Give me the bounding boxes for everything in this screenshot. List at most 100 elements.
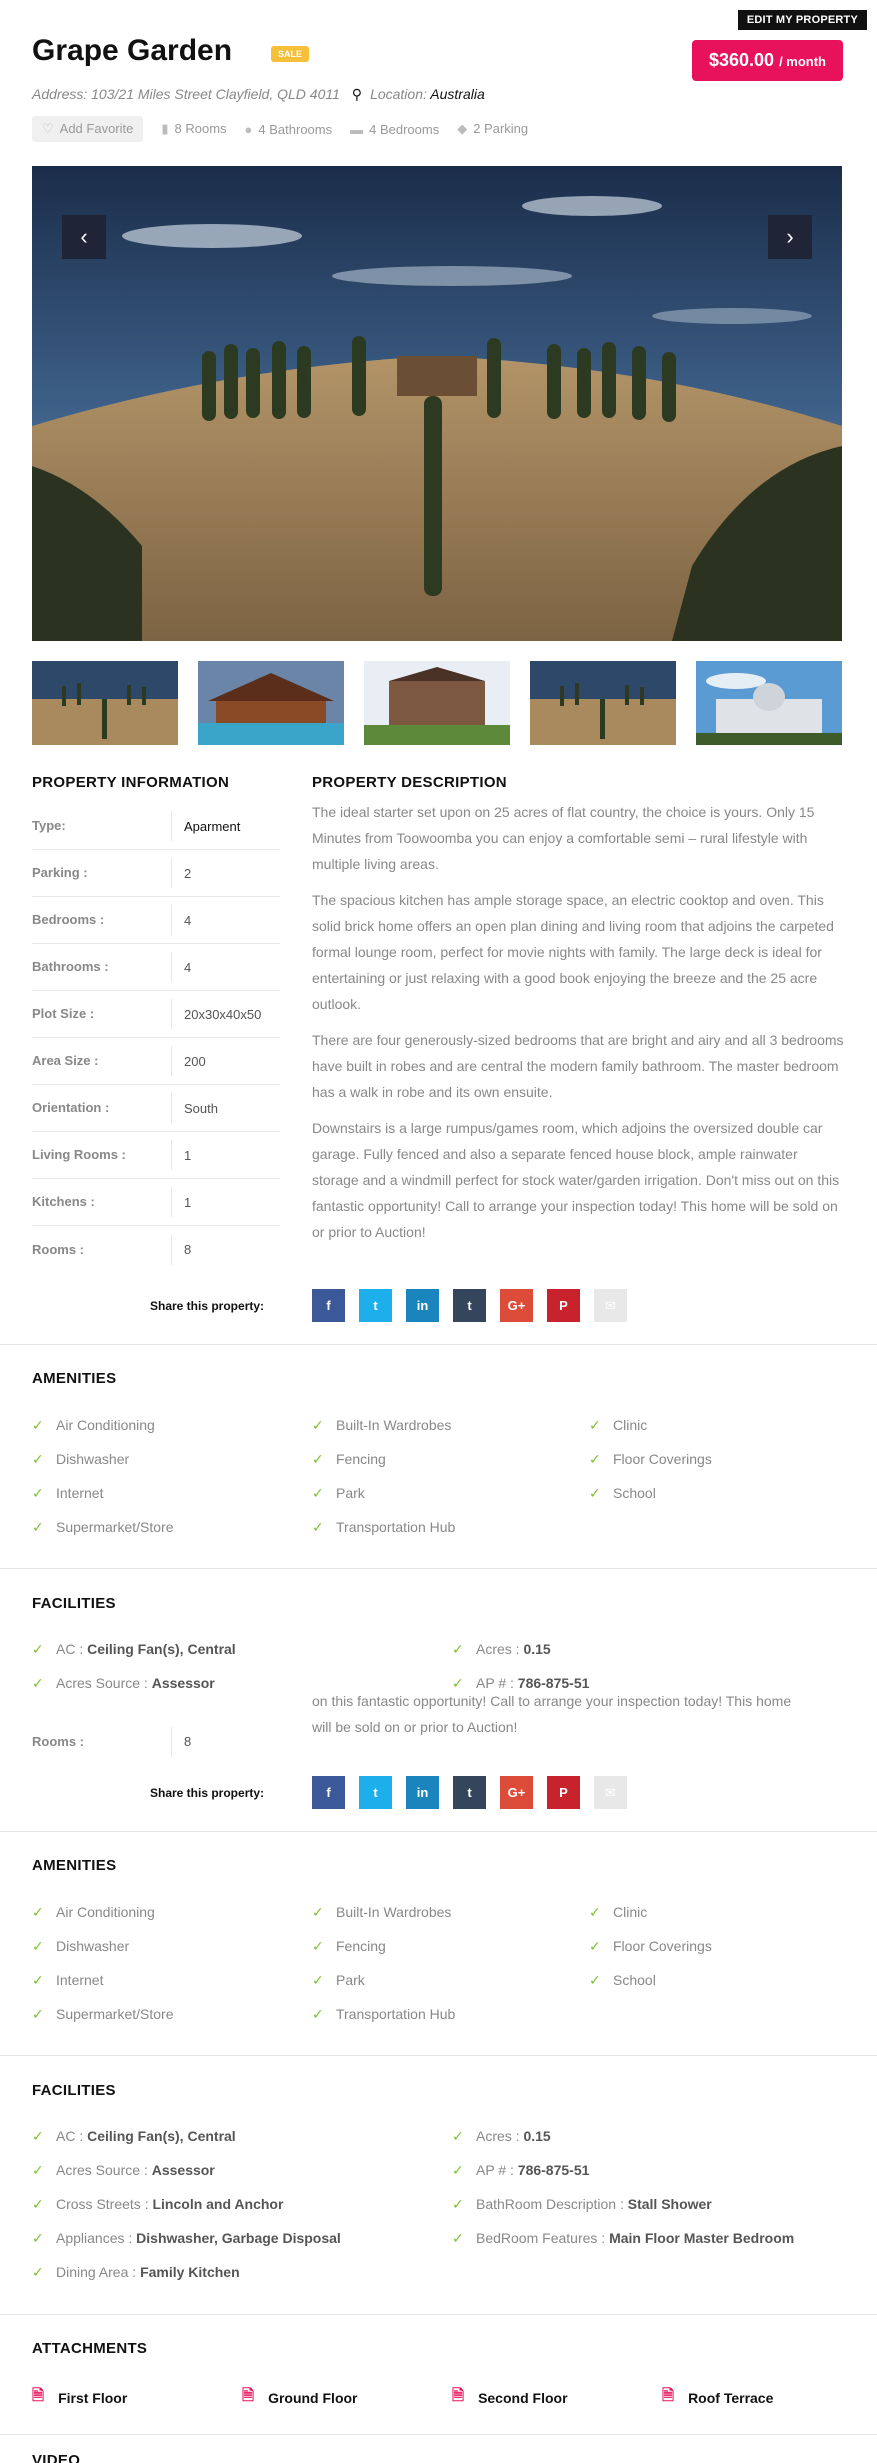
facility-key: BedRoom Features :	[476, 2230, 606, 2246]
amenity-label: Dishwasher	[56, 1451, 130, 1467]
attachment-link[interactable]: 🗎 Roof Terrace	[662, 2385, 872, 2410]
facilities-list: ✓ AC : Ceiling Fan(s), Central ✓ Acres : 0…	[32, 2126, 852, 2282]
amenity-label: Supermarket/Store	[56, 2006, 174, 2022]
email-share-button[interactable]: ✉	[594, 1289, 627, 1322]
check-icon: ✓	[589, 1417, 601, 1433]
linkedin-share-button[interactable]: in	[406, 1289, 439, 1322]
google-plus-share-button[interactable]: G+	[500, 1776, 533, 1809]
attachment-label: Roof Terrace	[688, 2389, 774, 2406]
check-icon: ✓	[452, 2162, 464, 2178]
amenity-label: Clinic	[613, 1904, 648, 1920]
pinterest-share-button[interactable]: P	[547, 1289, 580, 1322]
bed-icon: ▬	[350, 121, 364, 137]
amenity-item: ✓ Park	[312, 1970, 589, 1990]
facility-value: Family Kitchen	[140, 2264, 240, 2280]
price-value: $360.00	[708, 50, 775, 70]
email-share-button[interactable]: ✉	[594, 1776, 627, 1809]
check-icon: ✓	[32, 1938, 44, 1954]
amenity-label: Internet	[56, 1485, 104, 1501]
description-paragraph: The ideal starter set upon on 25 acres o…	[312, 804, 815, 872]
rooms-label: 8 Rooms	[174, 121, 227, 136]
amenity-label: Clinic	[613, 1417, 648, 1433]
twitter-share-button[interactable]: t	[359, 1776, 392, 1809]
info-row: Kitchens : 1	[32, 1179, 280, 1226]
amenity-label: Fencing	[336, 1938, 386, 1954]
info-value: 20x30x40x50	[184, 1006, 262, 1022]
price-period: / month	[779, 54, 826, 69]
info-key: Bedrooms :	[32, 905, 172, 935]
amenity-label: Air Conditioning	[56, 1417, 155, 1433]
facility-value: Main Floor Master Bedroom	[609, 2230, 795, 2246]
address-line: Address: 103/21 Miles Street Clayfield, …	[32, 86, 485, 103]
amenity-item: ✓ Air Conditioning	[32, 1415, 312, 1435]
parking-label: 2 Parking	[473, 121, 529, 136]
facility-item: ✓ BathRoom Description : Stall Shower	[452, 2194, 852, 2214]
check-icon: ✓	[589, 1451, 601, 1467]
attachment-link[interactable]: 🗎 Ground Floor	[242, 2385, 452, 2410]
drop-icon: ●	[244, 121, 253, 137]
facility-key: Acres Source :	[56, 1675, 148, 1691]
pdf-file-icon: 🗎	[452, 2387, 465, 2404]
divider	[0, 2314, 877, 2315]
amenity-item: ✓ Air Conditioning	[32, 1902, 312, 1922]
meta-rooms: ▮ 8 Rooms	[161, 121, 226, 137]
facility-item: ✓ AC : Ceiling Fan(s), Central	[32, 1639, 452, 1659]
gallery-next-button[interactable]: ›	[768, 215, 812, 259]
info-row: Type: Aparment	[32, 803, 280, 850]
add-favorite-button[interactable]: ♡ Add Favorite	[32, 116, 144, 142]
facilities-list: ✓ AC : Ceiling Fan(s), Central ✓ Acres : 0…	[32, 1639, 852, 1693]
facility-value: Ceiling Fan(s), Central	[87, 1641, 236, 1657]
heart-icon: ♡	[42, 121, 54, 136]
pdf-file-icon: 🗎	[32, 2387, 45, 2404]
description-paragraph: Downstairs is a large rumpus/games room,…	[312, 1120, 840, 1240]
amenity-item: ✓ Floor Coverings	[589, 1449, 852, 1469]
amenity-item: ✓ Internet	[32, 1970, 312, 1990]
facebook-share-button[interactable]: f	[312, 1776, 345, 1809]
amenity-item: ✓ Built-In Wardrobes	[312, 1902, 589, 1922]
tumblr-share-button[interactable]: t	[453, 1289, 486, 1322]
door-icon: ▮	[161, 121, 169, 136]
amenity-item: ✓ School	[589, 1483, 852, 1503]
info-row: Orientation : South	[32, 1085, 280, 1132]
thumbnail-5[interactable]	[696, 661, 842, 745]
facility-item: ✓ Dining Area : Family Kitchen	[32, 2262, 452, 2282]
thumbnail-1[interactable]	[32, 661, 178, 745]
check-icon: ✓	[312, 1417, 324, 1433]
twitter-share-button[interactable]: t	[359, 1289, 392, 1322]
facility-item: ✓ Cross Streets : Lincoln and Anchor	[32, 2194, 452, 2214]
check-icon: ✓	[32, 2128, 44, 2144]
check-icon: ✓	[32, 1972, 44, 1988]
facility-key: Acres :	[476, 1641, 520, 1657]
linkedin-share-button[interactable]: in	[406, 1776, 439, 1809]
meta-bedrooms: ▬ 4 Bedrooms	[350, 122, 439, 137]
thumbnail-3[interactable]	[364, 661, 510, 745]
amenity-label: Floor Coverings	[613, 1938, 712, 1954]
check-icon: ✓	[312, 1972, 324, 1988]
gallery-prev-button[interactable]: ‹	[62, 215, 106, 259]
facility-value: Assessor	[151, 1675, 215, 1691]
amenity-item: ✓ Transportation Hub	[312, 2004, 589, 2024]
check-icon: ✓	[32, 2196, 44, 2212]
price-tag: $360.00 / month	[691, 40, 843, 81]
description-tail-line: on this fantastic opportunity! Call to a…	[312, 1693, 792, 1709]
info-row: Area Size : 200	[32, 1038, 280, 1085]
facility-item: ✓ AC : Ceiling Fan(s), Central	[32, 2126, 452, 2146]
google-plus-share-button[interactable]: G+	[500, 1289, 533, 1322]
check-icon: ✓	[32, 2162, 44, 2178]
car-icon: ◆	[457, 121, 468, 136]
facility-item: ✓ AP # : 786-875-51	[452, 2160, 852, 2180]
tumblr-share-button[interactable]: t	[453, 1776, 486, 1809]
attachment-link[interactable]: 🗎 First Floor	[32, 2385, 242, 2410]
thumbnail-2[interactable]	[198, 661, 344, 745]
attachment-link[interactable]: 🗎 Second Floor	[452, 2385, 662, 2410]
share-label: Share this property:	[150, 1786, 265, 1800]
thumbnail-4[interactable]	[530, 661, 676, 745]
amenity-label: Built-In Wardrobes	[336, 1904, 452, 1920]
edit-property-button[interactable]: EDIT MY PROPERTY	[737, 10, 867, 30]
info-value: South	[184, 1100, 218, 1116]
amenity-label: Transportation Hub	[336, 1519, 456, 1535]
facebook-share-button[interactable]: f	[312, 1289, 345, 1322]
share-label: Share this property:	[150, 1299, 265, 1313]
pinterest-share-button[interactable]: P	[547, 1776, 580, 1809]
check-icon: ✓	[312, 1938, 324, 1954]
